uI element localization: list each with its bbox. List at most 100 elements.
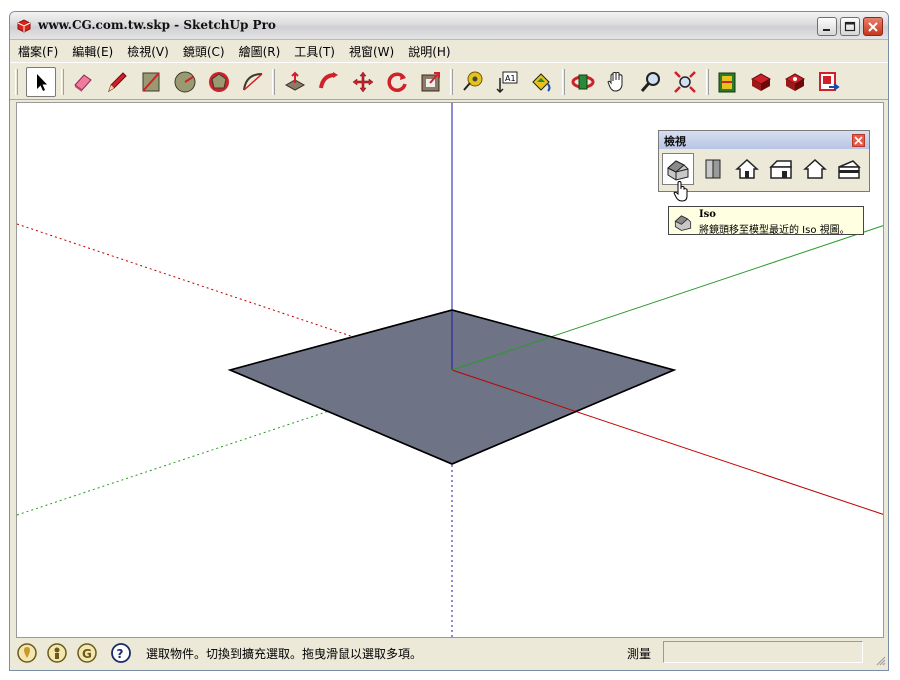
push-pull-icon: [284, 71, 306, 91]
push-pull-tool-button[interactable]: [280, 67, 310, 97]
menu-draw[interactable]: 繪圖(R): [239, 43, 281, 60]
help-icon[interactable]: ?: [110, 642, 132, 664]
menu-edit[interactable]: 編輯(E): [72, 43, 113, 60]
polygon-icon: [209, 72, 229, 92]
geo-location-icon[interactable]: [16, 642, 38, 664]
window-title: www.CG.com.tw.skp - SketchUp Pro: [38, 18, 276, 32]
right-view-button[interactable]: [765, 153, 797, 185]
select-tool-button[interactable]: [26, 67, 56, 97]
main-toolbar: A1: [10, 62, 888, 100]
views-panel-close-button[interactable]: [852, 134, 865, 147]
svg-text:G: G: [82, 647, 92, 661]
measurements-label: 測量: [627, 647, 652, 661]
svg-text:A1: A1: [505, 74, 516, 83]
menu-help[interactable]: 說明(H): [408, 43, 450, 60]
text-icon: A1: [496, 71, 518, 94]
minimize-button[interactable]: [817, 17, 837, 36]
model-viewport[interactable]: 檢視 Iso 將鏡頭移至模型最近的 Iso 視圖。: [16, 102, 884, 638]
views-panel-header[interactable]: 檢視: [659, 131, 869, 149]
rotate-icon: [387, 72, 407, 92]
menu-camera[interactable]: 鏡頭(C): [183, 43, 225, 60]
share-model-button[interactable]: [780, 67, 810, 97]
arc-tool-button[interactable]: [238, 67, 268, 97]
x-axis: [451, 369, 883, 515]
svg-text:?: ?: [117, 647, 124, 661]
credits-icon[interactable]: [46, 642, 68, 664]
toolbar-separator: [272, 69, 275, 95]
rectangle-tool-button[interactable]: [136, 67, 166, 97]
polygon-tool-button[interactable]: [204, 67, 234, 97]
pan-icon: [607, 72, 623, 92]
measurements-input[interactable]: [663, 641, 863, 663]
views-panel-title: 檢視: [664, 135, 686, 148]
pencil-tool-button[interactable]: [102, 67, 132, 97]
zoom-tool-button[interactable]: [636, 67, 666, 97]
zoom-extents-tool-button[interactable]: [670, 67, 700, 97]
share-model-icon: [784, 73, 806, 91]
iso-view-icon: [674, 215, 692, 231]
tape-measure-tool-button[interactable]: [458, 67, 488, 97]
move-tool-button[interactable]: [348, 67, 378, 97]
arc-icon: [243, 73, 263, 91]
toolbar-separator: [562, 69, 565, 95]
title-bar[interactable]: www.CG.com.tw.skp - SketchUp Pro: [10, 12, 888, 40]
zoom-icon: [640, 72, 660, 92]
zoom-extents-icon: [674, 71, 696, 93]
left-view-button[interactable]: [833, 153, 865, 185]
get-models-icon: [750, 73, 772, 91]
left-view-icon: [838, 160, 861, 179]
offset-tool-button[interactable]: [416, 67, 446, 97]
right-view-icon: [769, 160, 792, 179]
follow-me-tool-button[interactable]: [314, 67, 344, 97]
move-icon: [352, 71, 374, 93]
resize-grip-icon[interactable]: [874, 654, 886, 666]
hand-cursor-icon: [673, 181, 688, 202]
top-view-icon: [705, 159, 721, 179]
orbit-tool-button[interactable]: [568, 67, 598, 97]
rotate-tool-button[interactable]: [382, 67, 412, 97]
toolbar-separator: [61, 69, 64, 95]
status-message: 選取物件。切換到擴充選取。拖曳滑鼠以選取多項。: [146, 647, 423, 661]
y-axis: [451, 225, 883, 371]
previous-view-button[interactable]: [712, 67, 742, 97]
close-button[interactable]: [863, 17, 883, 36]
get-models-button[interactable]: [746, 67, 776, 97]
circle-tool-button[interactable]: [170, 67, 200, 97]
send-to-layout-button[interactable]: [814, 67, 844, 97]
tooltip-title: Iso: [699, 209, 716, 220]
back-view-icon: [803, 158, 827, 179]
circle-icon: [174, 71, 196, 93]
menu-tools[interactable]: 工具(T): [294, 43, 335, 60]
close-icon: [868, 22, 878, 32]
menu-file[interactable]: 檔案(F): [18, 43, 58, 60]
close-icon: [854, 136, 863, 145]
pencil-icon: [108, 72, 127, 93]
rectangle-icon: [142, 72, 160, 92]
back-view-button[interactable]: [799, 153, 831, 185]
select-icon: [37, 74, 47, 91]
paint-bucket-icon: [532, 73, 551, 92]
menu-bar: 檔案(F) 編輯(E) 檢視(V) 鏡頭(C) 繪圖(R) 工具(T) 視窗(W…: [10, 41, 888, 61]
offset-icon: [421, 72, 440, 92]
menu-view[interactable]: 檢視(V): [127, 43, 169, 60]
status-bar: G ? 選取物件。切換到擴充選取。拖曳滑鼠以選取多項。 測量: [10, 640, 888, 670]
text-tool-button[interactable]: A1: [492, 67, 522, 97]
toolbar-handle[interactable]: [15, 69, 18, 95]
maximize-button[interactable]: [840, 17, 860, 36]
menu-window[interactable]: 視窗(W): [349, 43, 394, 60]
top-view-button[interactable]: [697, 153, 729, 185]
minimize-icon: [823, 29, 830, 31]
pan-tool-button[interactable]: [602, 67, 632, 97]
front-view-button[interactable]: [731, 153, 763, 185]
iso-view-tooltip: Iso 將鏡頭移至模型最近的 Iso 視圖。: [668, 206, 864, 236]
sketchup-logo-icon: [17, 19, 31, 33]
paint-bucket-tool-button[interactable]: [526, 67, 556, 97]
eraser-tool-button[interactable]: [68, 67, 98, 97]
send-to-layout-icon: [819, 72, 840, 91]
maximize-icon: [844, 21, 856, 32]
google-icon[interactable]: G: [76, 642, 98, 664]
orbit-icon: [571, 74, 595, 90]
tooltip-description: 將鏡頭移至模型最近的 Iso 視圖。: [699, 225, 850, 236]
follow-me-icon: [319, 72, 338, 89]
sketchup-window: www.CG.com.tw.skp - SketchUp Pro 檔案(F) 編…: [9, 11, 889, 671]
